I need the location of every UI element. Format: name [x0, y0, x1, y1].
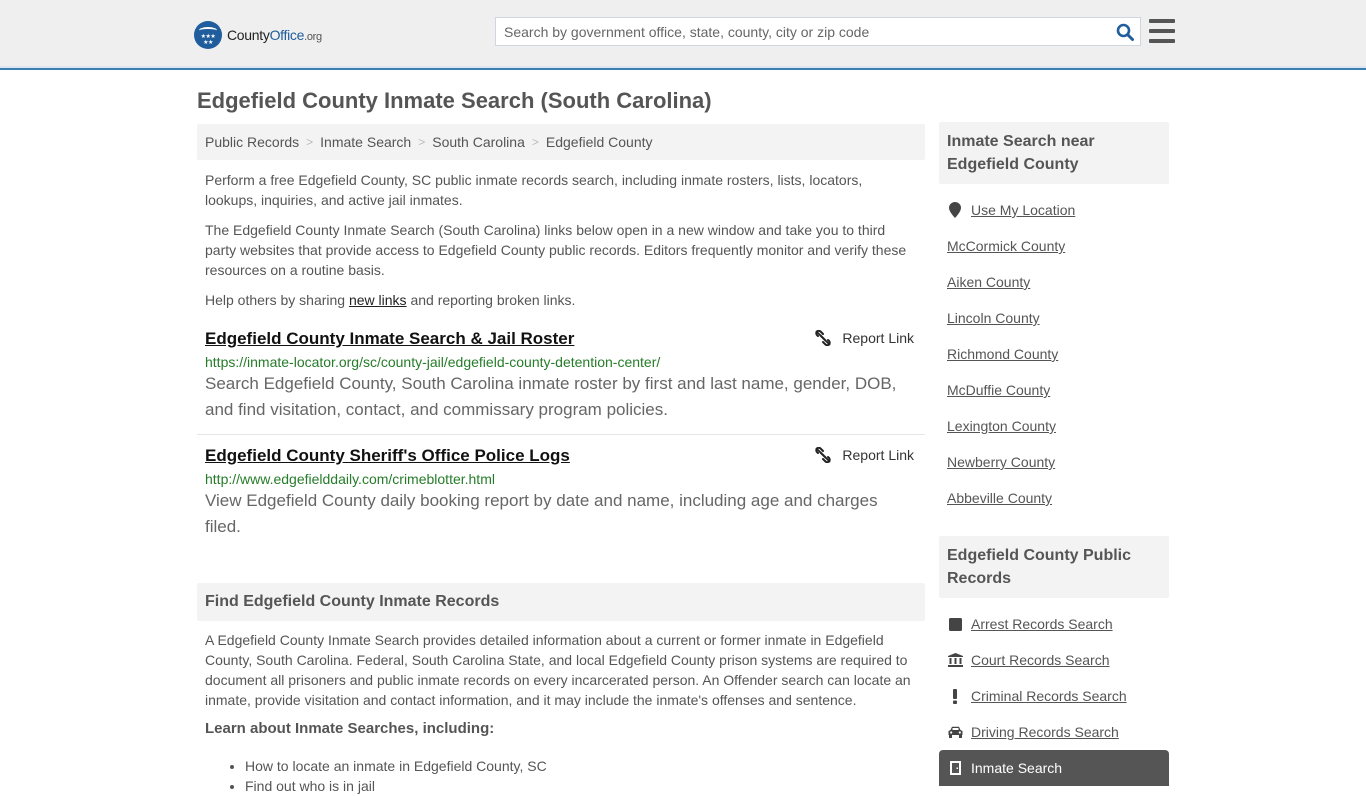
public-records-list: Arrest Records Search Court Records Sear…: [939, 606, 1169, 786]
resource-link-title[interactable]: Edgefield County Sheriff's Office Police…: [205, 446, 570, 466]
menu-bar: [1149, 39, 1175, 43]
sidebar-item-arrest-records: Arrest Records Search: [939, 606, 1169, 642]
learn-list: How to locate an inmate in Edgefield Cou…: [197, 756, 925, 796]
sidebar-item-driving-records: Driving Records Search: [939, 714, 1169, 750]
sidebar-item-abbeville-county: Abbeville County: [947, 490, 1053, 506]
sidebar-item-criminal-records: Criminal Records Search: [939, 678, 1169, 714]
report-link-button[interactable]: Report Link: [815, 330, 914, 346]
resource-link-description: View Edgefield County daily booking repo…: [205, 491, 878, 536]
sidebar-item-inmate-search: Inmate Search: [939, 750, 1169, 786]
sidebar-item-mccormick-county: McCormick County: [947, 238, 1066, 254]
new-links-link[interactable]: new links: [349, 292, 407, 308]
learn-list-item: Find out who is in jail: [245, 776, 925, 796]
menu-bar: [1149, 19, 1175, 23]
broken-link-icon: [815, 330, 832, 346]
door-icon: [947, 761, 963, 775]
disclaimer-paragraph: The Edgefield County Inmate Search (Sout…: [205, 222, 907, 278]
sidebar-item-court-records: Court Records Search: [939, 642, 1169, 678]
breadcrumb-separator: >: [531, 135, 539, 149]
sidebar-item-mcduffie-county: McDuffie County: [947, 382, 1051, 398]
logo-text: CountyOffice.org: [227, 27, 322, 43]
main-content: Public Records > Inmate Search > South C…: [197, 124, 925, 796]
sidebar: Inmate Search near Edgefield County Use …: [939, 122, 1169, 786]
learn-heading: Learn about Inmate Searches, including:: [205, 720, 495, 737]
page-title: Edgefield County Inmate Search (South Ca…: [197, 88, 712, 113]
intro-paragraph: Perform a free Edgefield County, SC publ…: [205, 172, 863, 208]
breadcrumb-separator: >: [418, 135, 426, 149]
resource-link-description: Search Edgefield County, South Carolina …: [205, 374, 897, 419]
sidebar-item-lincoln-county: Lincoln County: [947, 310, 1040, 326]
nearby-list: Use My Location McCormick County Aiken C…: [939, 192, 1169, 516]
public-records-heading: Edgefield County Public Records: [939, 536, 1169, 598]
car-icon: [947, 726, 963, 738]
courthouse-icon: [947, 653, 963, 667]
resource-link-title[interactable]: Edgefield County Inmate Search & Jail Ro…: [205, 329, 574, 349]
site-header: ★★★ ★★ CountyOffice.org: [0, 0, 1366, 70]
breadcrumb-inmate-search[interactable]: Inmate Search: [320, 134, 411, 150]
sidebar-item-aiken-county: Aiken County: [947, 274, 1031, 290]
square-icon: [947, 617, 963, 631]
breadcrumb-public-records[interactable]: Public Records: [205, 134, 299, 150]
breadcrumb-edgefield-county[interactable]: Edgefield County: [546, 134, 653, 150]
site-logo[interactable]: ★★★ ★★ CountyOffice.org: [194, 21, 322, 49]
resource-link-url: https://inmate-locator.org/sc/county-jai…: [205, 354, 661, 370]
nearby-heading: Inmate Search near Edgefield County: [939, 122, 1169, 184]
resource-link-item: Edgefield County Inmate Search & Jail Ro…: [197, 329, 925, 435]
breadcrumb: Public Records > Inmate Search > South C…: [197, 124, 925, 160]
search-input[interactable]: [496, 18, 1110, 45]
breadcrumb-separator: >: [306, 135, 314, 149]
search-button[interactable]: [1110, 18, 1140, 45]
search-bar: [495, 17, 1141, 46]
map-marker-icon: [947, 202, 963, 218]
share-paragraph: Help others by sharing new links and rep…: [205, 292, 576, 308]
breadcrumb-south-carolina[interactable]: South Carolina: [432, 134, 525, 150]
report-link-button[interactable]: Report Link: [815, 447, 914, 463]
resource-link-url: http://www.edgefielddaily.com/crimeblott…: [205, 471, 495, 487]
sidebar-item-use-my-location: Use My Location: [939, 192, 1169, 228]
hamburger-menu-button[interactable]: [1149, 19, 1175, 43]
sidebar-item-richmond-county: Richmond County: [947, 346, 1059, 362]
eagle-logo-icon: ★★★ ★★: [194, 21, 222, 49]
broken-link-icon: [815, 447, 832, 463]
menu-bar: [1149, 29, 1175, 33]
find-records-heading: Find Edgefield County Inmate Records: [197, 583, 925, 621]
learn-list-item: How to locate an inmate in Edgefield Cou…: [245, 756, 925, 776]
sidebar-item-newberry-county: Newberry County: [947, 454, 1056, 470]
find-records-paragraph: A Edgefield County Inmate Search provide…: [205, 632, 911, 708]
search-icon: [1116, 23, 1134, 41]
exclamation-icon: [947, 688, 963, 704]
resource-link-item: Edgefield County Sheriff's Office Police…: [197, 446, 925, 540]
sidebar-item-lexington-county: Lexington County: [947, 418, 1056, 434]
